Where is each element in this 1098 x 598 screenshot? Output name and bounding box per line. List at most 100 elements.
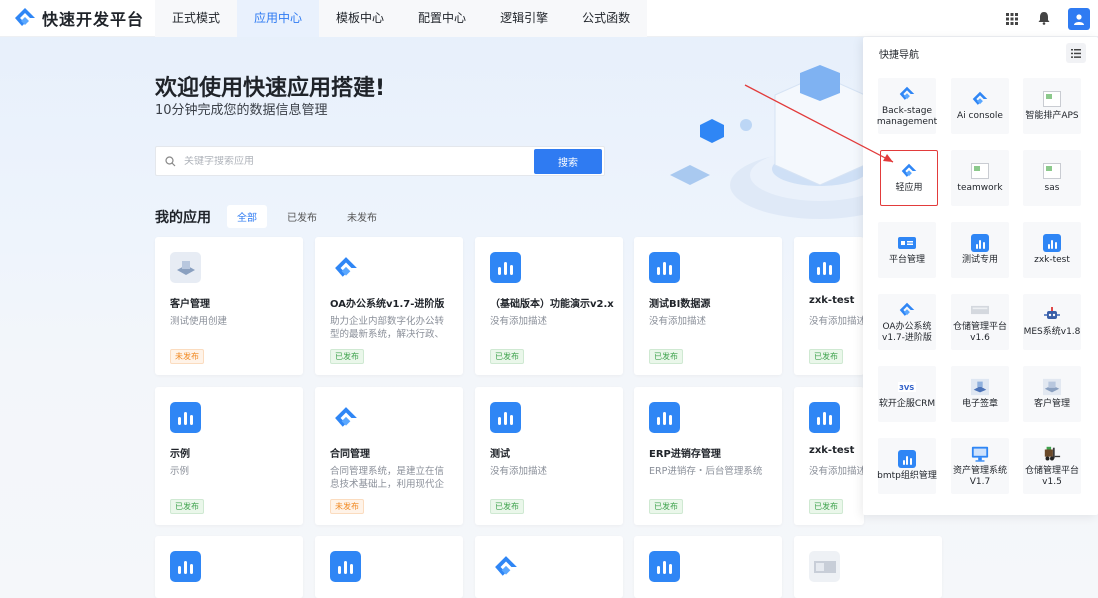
chart-bar-icon: [898, 450, 916, 468]
quick-nav-label: 平台管理: [888, 255, 925, 265]
quick-nav-item[interactable]: teamwork: [951, 150, 1009, 206]
list-toggle-icon[interactable]: [1066, 43, 1086, 63]
quick-nav-item[interactable]: 仓储管理平台v1.6: [951, 294, 1009, 350]
app-name: （基础版本）功能演示v2.x: [490, 299, 614, 310]
logo-icon: [490, 551, 521, 582]
quick-nav-label: 智能排产APS: [1025, 111, 1079, 121]
quick-nav-item[interactable]: sas: [1023, 150, 1081, 206]
hero-subtitle: 10分钟完成您的数据信息管理: [155, 103, 328, 118]
quick-nav-item[interactable]: 测试专用: [951, 222, 1009, 278]
app-card[interactable]: [155, 536, 303, 598]
status-badge: 已发布: [649, 349, 683, 364]
chart-bar-icon: [649, 252, 680, 283]
quick-nav-item[interactable]: bmtp组织管理: [877, 438, 937, 494]
app-card[interactable]: 合同管理 合同管理系统，是建立在信息技术基础上，利用现代企业… 未发布: [315, 387, 463, 525]
app-card[interactable]: OA办公系统v1.7-进阶版 助力企业内部数字化办公转型的最新系统，解决行政、财…: [315, 237, 463, 375]
quick-nav-item-light-app[interactable]: 轻应用: [880, 150, 938, 206]
search-bar: 搜索: [155, 146, 605, 176]
status-badge: 已发布: [809, 349, 843, 364]
chart-bar-icon: [649, 402, 680, 433]
monitor-icon: [971, 445, 989, 463]
logo-icon: [898, 85, 916, 103]
quick-nav-item[interactable]: 资产管理系统V1.7: [951, 438, 1009, 494]
quick-nav-item[interactable]: 平台管理: [878, 222, 936, 278]
app-desc: 示例: [170, 466, 190, 477]
quick-nav-label: bmtp组织管理: [877, 471, 937, 481]
quick-nav-label: 仓储管理平台v1.5: [1024, 465, 1079, 487]
avatar[interactable]: [1068, 7, 1090, 30]
nav-item-template-center[interactable]: 模板中心: [319, 0, 401, 37]
quick-nav-item[interactable]: 客户管理: [1023, 366, 1081, 422]
quick-nav-item[interactable]: OA办公系统v1.7-进阶版: [878, 294, 936, 350]
chart-bar-icon: [809, 252, 840, 283]
quick-nav-label: MES系统v1.8: [1023, 327, 1081, 337]
nav-item-formula[interactable]: 公式函数: [565, 0, 647, 37]
filter-tab-published[interactable]: 已发布: [277, 205, 327, 228]
app-card[interactable]: ERP进销存管理 ERP进销存・后台管理系统 已发布: [634, 387, 782, 525]
quick-nav-label: 客户管理: [1033, 399, 1070, 409]
nav-item-logic-engine[interactable]: 逻辑引擎: [483, 0, 565, 37]
filter-tab-all[interactable]: 全部: [227, 205, 267, 228]
quick-nav-item[interactable]: MES系统v1.8: [1023, 294, 1081, 350]
quick-nav-label: OA办公系统v1.7-进阶版: [882, 321, 932, 343]
nav-item-formal-mode[interactable]: 正式模式: [155, 0, 237, 37]
app-desc: 测试使用创建: [170, 316, 228, 327]
quick-nav-item[interactable]: 仓储管理平台v1.5: [1023, 438, 1081, 494]
status-badge: 未发布: [330, 499, 364, 514]
app-card[interactable]: 测试 没有添加描述 已发布: [475, 387, 623, 525]
nav-item-app-center[interactable]: 应用中心: [237, 0, 320, 37]
quick-nav-item[interactable]: 3VS 软开企服CRM: [878, 366, 936, 422]
app-card[interactable]: zxk-test 没有添加描述 已发布: [794, 237, 866, 375]
app-card[interactable]: [475, 536, 623, 598]
app-desc: 没有添加描述: [490, 466, 548, 477]
app-card[interactable]: zxk-test 没有添加描述 已发布: [794, 387, 866, 525]
quick-nav-label: 仓储管理平台v1.6: [952, 321, 1007, 343]
app-card[interactable]: 示例 示例 已发布: [155, 387, 303, 525]
quick-nav-item[interactable]: Ai console: [951, 78, 1009, 134]
grid-icon[interactable]: [998, 5, 1026, 33]
app-name: OA办公系统v1.7-进阶版: [330, 299, 445, 310]
chart-bar-icon: [330, 551, 361, 582]
quick-nav-item[interactable]: 电子签章: [951, 366, 1009, 422]
forklift-icon: [1043, 445, 1061, 463]
filter-tab-unpublished[interactable]: 未发布: [337, 205, 387, 228]
app-desc: ERP进销存・后台管理系统: [649, 466, 763, 477]
logo-icon: [14, 7, 36, 29]
logo-icon: [330, 402, 361, 433]
broken-image-icon: [1043, 162, 1061, 180]
apps-header: 我的应用 全部 已发布 未发布: [155, 205, 397, 228]
app-card[interactable]: [794, 536, 942, 598]
top-bar: 快速开发平台 正式模式 应用中心 模板中心 配置中心 逻辑引擎 公式函数: [0, 0, 1098, 37]
quick-nav-item[interactable]: zxk-test: [1023, 222, 1081, 278]
app-desc: 没有添加描述: [649, 316, 707, 327]
svg-text:3VS: 3VS: [899, 384, 914, 392]
main-nav: 正式模式 应用中心 模板中心 配置中心 逻辑引擎 公式函数: [155, 0, 648, 37]
chart-bar-icon: [809, 402, 840, 433]
bell-icon[interactable]: [1030, 5, 1058, 33]
nav-item-config-center[interactable]: 配置中心: [401, 0, 483, 37]
brand[interactable]: 快速开发平台: [0, 0, 155, 37]
platform-icon: [898, 234, 916, 252]
quick-nav-item[interactable]: 智能排产APS: [1023, 78, 1081, 134]
quick-nav-label: teamwork: [957, 183, 1003, 193]
logo-icon: [330, 252, 361, 283]
app-card[interactable]: （基础版本）功能演示v2.x 没有添加描述 已发布: [475, 237, 623, 375]
app-name: zxk-test: [809, 445, 855, 456]
quick-nav-item[interactable]: Back-stage management: [877, 78, 937, 134]
status-badge: 已发布: [490, 349, 524, 364]
quick-nav-label: sas: [1044, 183, 1060, 193]
app-card[interactable]: [634, 536, 782, 598]
search-button[interactable]: 搜索: [534, 149, 602, 174]
app-desc: 合同管理系统，是建立在信息技术基础上，利用现代企业…: [330, 466, 445, 490]
quick-nav-label: 电子签章: [961, 399, 998, 409]
seal-image-icon: [971, 378, 989, 396]
status-badge: 已发布: [490, 499, 524, 514]
app-card[interactable]: 测试BI数据源 没有添加描述 已发布: [634, 237, 782, 375]
broken-image-icon: [971, 162, 989, 180]
chart-bar-icon: [649, 551, 680, 582]
apps-title: 我的应用: [155, 209, 211, 226]
app-card[interactable]: 客户管理 测试使用创建 未发布: [155, 237, 303, 375]
chart-bar-icon: [1043, 234, 1061, 252]
app-card[interactable]: [315, 536, 463, 598]
device-image-icon: [809, 551, 840, 582]
